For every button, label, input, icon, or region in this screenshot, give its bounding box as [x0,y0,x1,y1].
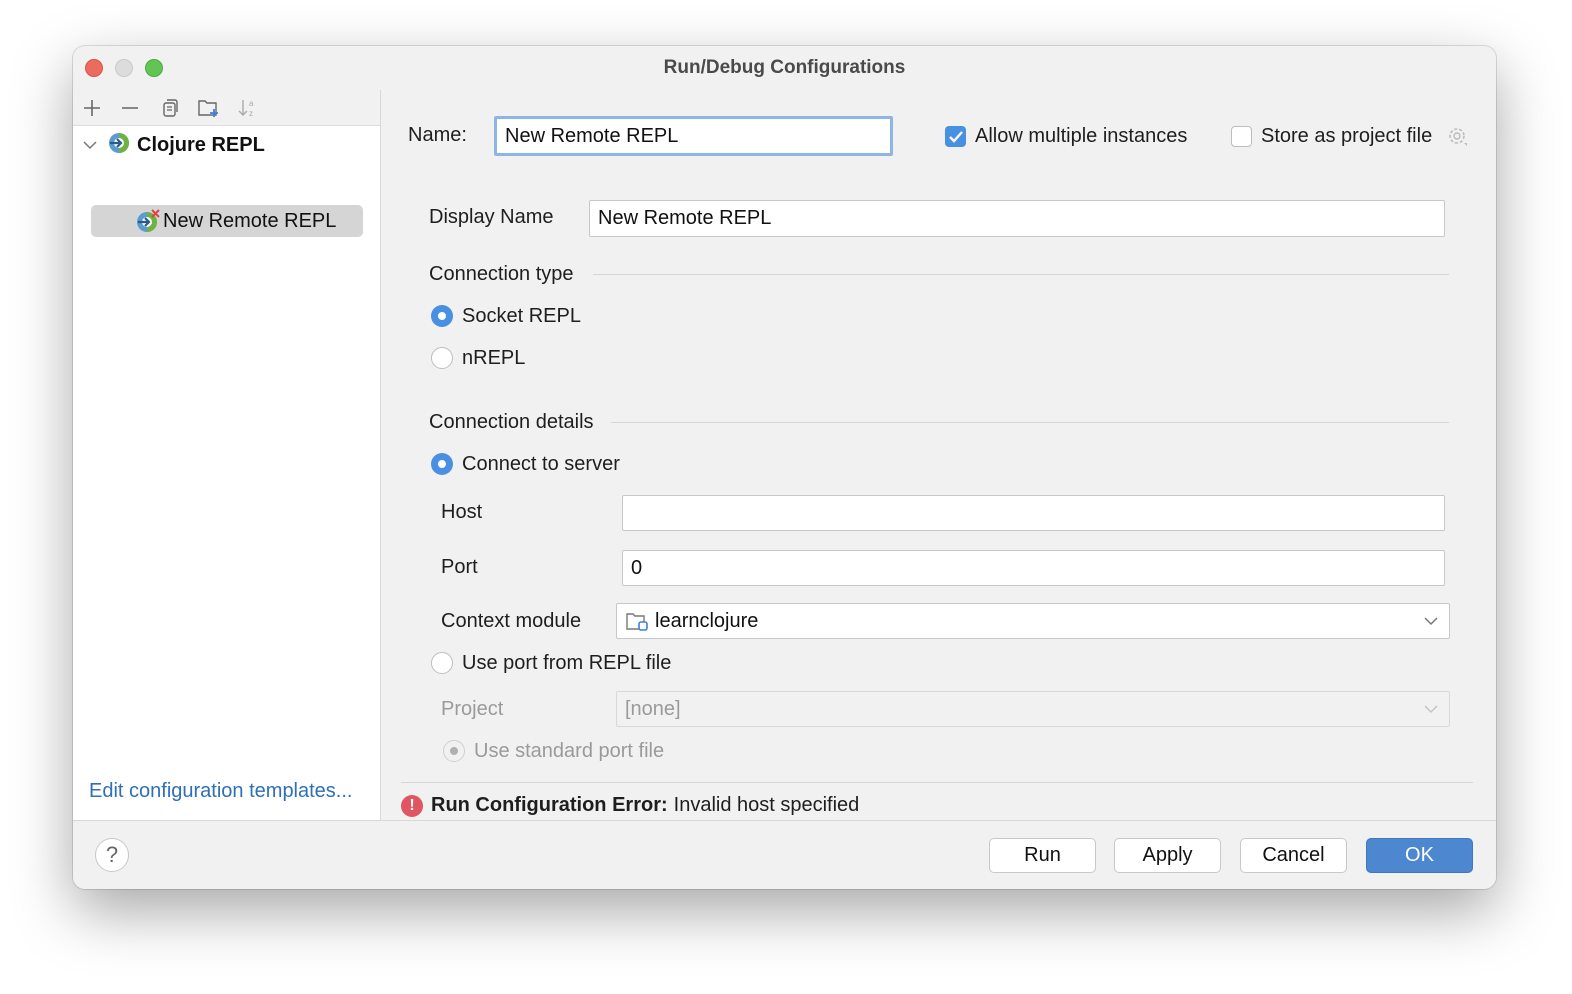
apply-button[interactable]: Apply [1114,838,1221,873]
sort-icon[interactable]: az [235,95,261,121]
display-name-input[interactable]: New Remote REPL [589,200,1445,237]
add-icon[interactable] [79,95,105,121]
use-standard-port-file-radio [443,740,465,762]
use-port-from-repl-file-label: Use port from REPL file [462,652,672,674]
chevron-down-icon[interactable] [81,136,99,154]
error-message: Invalid host specified [673,794,860,816]
module-folder-icon [625,610,651,632]
store-as-project-file-checkbox[interactable] [1231,126,1252,147]
connection-type-heading: Connection type [429,263,574,285]
name-input[interactable]: New Remote REPL [494,116,893,156]
host-label: Host [441,501,483,523]
configurations-sidebar: az Clojure REPL New Remote REPL Edit con… [73,90,381,820]
gear-icon[interactable] [1446,125,1468,152]
nrepl-radio[interactable] [431,347,453,369]
use-standard-port-file-label: Use standard port file [474,740,665,762]
copy-icon[interactable] [157,95,183,121]
cancel-button[interactable]: Cancel [1240,838,1347,873]
dialog-footer: ? Run Apply Cancel OK [73,820,1496,889]
tree-item-label: Clojure REPL [137,133,265,156]
socket-repl-radio[interactable] [431,305,453,327]
tree-item-clojure-repl[interactable]: Clojure REPL [81,130,265,160]
window-title: Run/Debug Configurations [663,57,906,78]
chevron-down-icon [1424,705,1438,714]
chevron-down-icon [1424,617,1438,626]
ok-button[interactable]: OK [1366,838,1473,873]
host-input[interactable] [622,495,1445,531]
allow-multiple-instances-label: Allow multiple instances [975,125,1188,147]
tree-item-label: New Remote REPL [163,209,337,232]
form-bottom-separator [401,782,1473,783]
run-button[interactable]: Run [989,838,1096,873]
project-label: Project [441,698,504,720]
project-value: [none] [625,697,681,720]
help-button[interactable]: ? [95,838,129,872]
display-name-label: Display Name [429,206,554,228]
tree-item-new-remote-repl[interactable]: New Remote REPL [91,205,363,237]
port-input[interactable]: 0 [622,550,1445,586]
nrepl-label: nREPL [462,347,526,369]
edit-configuration-templates-link[interactable]: Edit configuration templates... [89,780,352,803]
clojure-repl-icon [107,131,131,160]
title-bar: Run/Debug Configurations [73,46,1496,90]
remove-icon[interactable] [117,95,143,121]
svg-text:z: z [249,109,253,118]
use-port-from-repl-file-radio[interactable] [431,652,453,674]
allow-multiple-instances-checkbox[interactable] [945,126,966,147]
error-prefix: Run Configuration Error: [431,794,668,816]
context-module-label: Context module [441,610,582,632]
new-folder-icon[interactable] [196,95,222,121]
clojure-remote-error-icon [135,209,161,233]
context-module-dropdown[interactable]: learnclojure [616,603,1450,639]
connection-details-separator [611,422,1449,423]
connection-type-separator [593,274,1449,275]
run-debug-configurations-dialog: Run/Debug Configurations az Clojure REPL… [73,46,1496,889]
connect-to-server-label: Connect to server [462,453,620,475]
sidebar-toolbar: az [73,90,380,126]
connection-details-heading: Connection details [429,411,594,433]
socket-repl-label: Socket REPL [462,305,581,327]
connect-to-server-radio[interactable] [431,453,453,475]
port-label: Port [441,556,478,578]
store-as-project-file-label: Store as project file [1261,125,1433,147]
context-module-value: learnclojure [655,609,759,632]
run-configuration-error: ! Run Configuration Error: Invalid host … [401,794,859,817]
error-icon: ! [401,794,423,817]
name-label: Name: [408,124,467,146]
project-dropdown: [none] [616,691,1450,727]
svg-text:a: a [249,99,254,108]
